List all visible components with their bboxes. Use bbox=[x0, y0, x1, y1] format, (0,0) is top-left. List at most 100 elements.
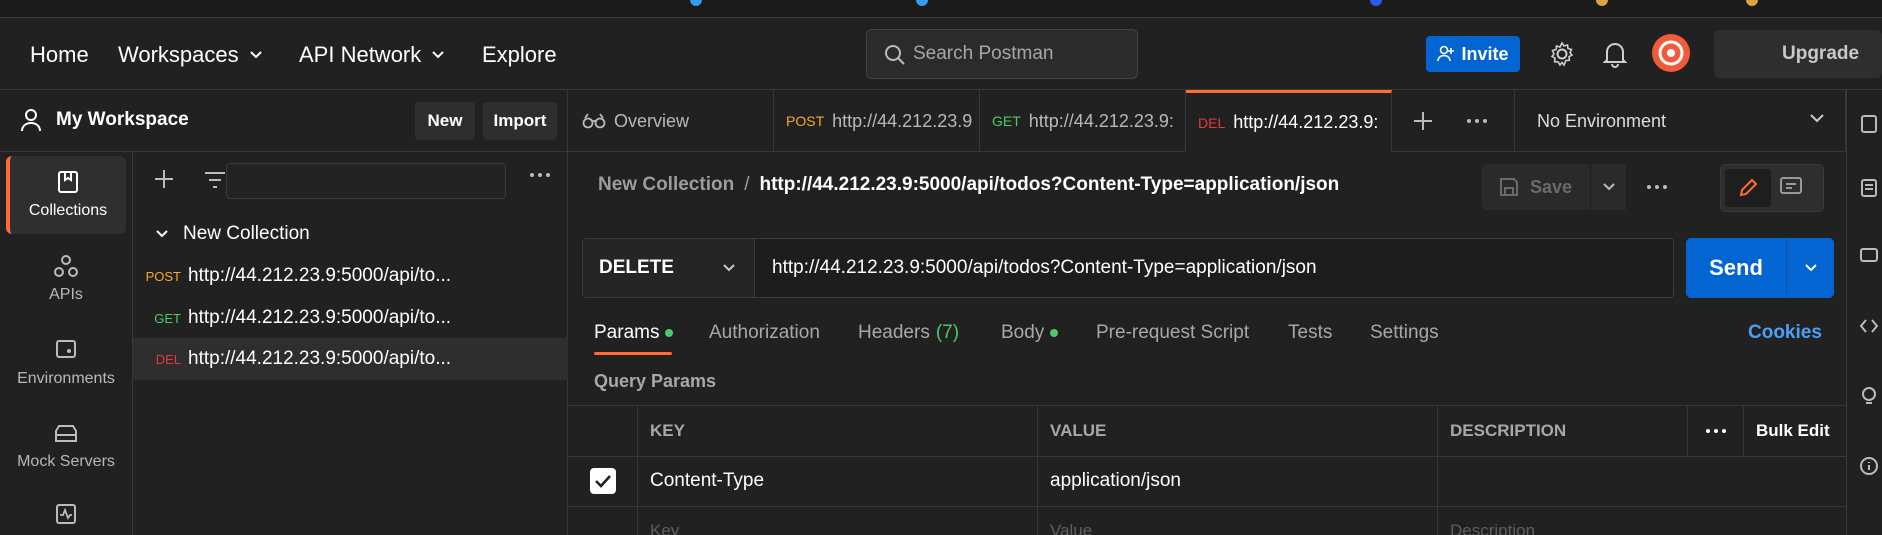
send-label: Send bbox=[1709, 255, 1763, 280]
tab-label: Body bbox=[1001, 322, 1045, 343]
nav-workspaces-label: Workspaces bbox=[118, 42, 239, 67]
environment-select[interactable]: No Environment bbox=[1514, 90, 1846, 152]
documentation-icon[interactable] bbox=[1859, 114, 1879, 134]
more-icon[interactable] bbox=[1688, 406, 1744, 456]
new-button[interactable]: New bbox=[415, 102, 475, 140]
sidebar-item-mock-servers[interactable]: Mock Servers bbox=[6, 408, 126, 486]
tab-tests[interactable]: Tests bbox=[1288, 322, 1332, 344]
save-button[interactable]: Save bbox=[1482, 164, 1604, 210]
method-value: DELETE bbox=[599, 257, 674, 278]
save-label: Save bbox=[1530, 176, 1573, 197]
gear-icon[interactable] bbox=[1548, 40, 1576, 68]
tab-request[interactable]: POST http://44.212.23.9 bbox=[774, 90, 980, 152]
param-key[interactable]: Content-Type bbox=[638, 456, 1038, 506]
new-param-key-input[interactable]: Key bbox=[638, 506, 1038, 535]
collection-row[interactable]: New Collection bbox=[133, 213, 568, 255]
chevron-down-icon bbox=[1804, 264, 1817, 272]
sidebar-item-label: Mock Servers bbox=[17, 453, 115, 470]
bulk-edit-button[interactable]: Bulk Edit bbox=[1744, 406, 1846, 456]
bulb-icon[interactable] bbox=[1859, 386, 1879, 406]
tab-headers[interactable]: Headers (7) bbox=[858, 322, 959, 344]
comments-icon[interactable] bbox=[1859, 246, 1879, 266]
filter-icon[interactable] bbox=[203, 170, 227, 190]
sidebar-item-apis[interactable]: APIs bbox=[6, 240, 126, 318]
tab-overview[interactable]: Overview bbox=[568, 90, 774, 152]
nav-workspaces[interactable]: Workspaces bbox=[118, 42, 263, 68]
pencil-icon[interactable] bbox=[1725, 169, 1771, 207]
sidebar-item-collections[interactable]: Collections bbox=[6, 156, 126, 234]
tree-request-row[interactable]: POST http://44.212.23.9:5000/api/to... bbox=[133, 255, 568, 297]
more-icon[interactable] bbox=[1466, 116, 1488, 126]
bell-icon[interactable] bbox=[1602, 40, 1628, 68]
column-header-value: VALUE bbox=[1038, 406, 1438, 456]
save-dropdown[interactable] bbox=[1590, 164, 1626, 210]
nav-home[interactable]: Home bbox=[30, 42, 89, 68]
cookies-link[interactable]: Cookies bbox=[1748, 322, 1822, 344]
tab-settings[interactable]: Settings bbox=[1370, 322, 1439, 344]
request-url: http://44.212.23.9:5000/api/to... bbox=[188, 348, 452, 369]
tab-request[interactable]: GET http://44.212.23.9: bbox=[980, 90, 1186, 152]
app-header: Home Workspaces API Network Explore Sear… bbox=[0, 18, 1882, 90]
os-icon bbox=[1596, 0, 1608, 6]
new-tab-icon[interactable] bbox=[1412, 110, 1434, 132]
more-icon[interactable] bbox=[1646, 182, 1668, 192]
send-button[interactable]: Send bbox=[1686, 238, 1834, 298]
tree-request-row[interactable]: DEL http://44.212.23.9:5000/api/to... bbox=[133, 338, 568, 380]
tab-label: Pre-request Script bbox=[1096, 322, 1250, 343]
request-title[interactable]: http://44.212.23.9:5000/api/todos?Conten… bbox=[759, 174, 1339, 195]
upgrade-label: Upgrade bbox=[1782, 43, 1860, 64]
tab-label: Settings bbox=[1370, 322, 1439, 343]
sidebar-rail: Collections APIs Environments Mock Serve… bbox=[0, 152, 133, 535]
chevron-down-icon bbox=[432, 51, 444, 59]
info-icon[interactable] bbox=[1859, 456, 1879, 476]
tab-label: Overview bbox=[614, 110, 690, 131]
mock-server-icon bbox=[55, 425, 77, 442]
send-dropdown[interactable] bbox=[1786, 238, 1834, 298]
tab-params[interactable]: Params bbox=[594, 322, 674, 344]
plus-icon[interactable] bbox=[153, 168, 175, 190]
new-param-description-input[interactable]: Description bbox=[1438, 506, 1846, 535]
workspace-title[interactable]: My Workspace bbox=[20, 108, 189, 132]
tree-request-row[interactable]: GET http://44.212.23.9:5000/api/to... bbox=[133, 297, 568, 339]
tab-label: http://44.212.23.9 bbox=[832, 110, 973, 131]
tab-body[interactable]: Body bbox=[1001, 322, 1059, 344]
tab-authorization[interactable]: Authorization bbox=[709, 322, 820, 344]
os-icon bbox=[1746, 0, 1758, 6]
request-url: http://44.212.23.9:5000/api/to... bbox=[188, 265, 452, 286]
upgrade-button[interactable]: Upgrade bbox=[1714, 30, 1882, 78]
tab-label: Tests bbox=[1288, 322, 1333, 343]
chevron-down-icon bbox=[1602, 183, 1615, 191]
filter-input[interactable] bbox=[226, 163, 506, 199]
tab-request-active[interactable]: DEL http://44.212.23.9: bbox=[1186, 90, 1392, 152]
search-input[interactable]: Search Postman bbox=[866, 29, 1138, 79]
nav-explore[interactable]: Explore bbox=[482, 42, 557, 68]
right-sidebar bbox=[1846, 90, 1882, 535]
active-tab-indicator bbox=[594, 352, 672, 355]
sidebar-item-environments[interactable]: Environments bbox=[6, 324, 126, 402]
param-description[interactable] bbox=[1438, 456, 1846, 506]
import-button[interactable]: Import bbox=[483, 102, 557, 140]
method-select[interactable]: DELETE bbox=[583, 239, 755, 297]
os-icon bbox=[916, 0, 928, 6]
more-icon[interactable] bbox=[529, 170, 551, 180]
column-header-description: DESCRIPTION bbox=[1438, 406, 1688, 456]
param-value[interactable]: application/json bbox=[1038, 456, 1438, 506]
nav-api-network[interactable]: API Network bbox=[299, 42, 445, 68]
avatar[interactable] bbox=[1652, 34, 1690, 72]
document-icon[interactable] bbox=[1859, 178, 1879, 198]
new-param-value-input[interactable]: Value bbox=[1038, 506, 1438, 535]
checkbox-column-header bbox=[568, 406, 638, 456]
apis-icon bbox=[54, 255, 78, 277]
sidebar-item-monitors[interactable] bbox=[6, 490, 126, 535]
search-icon bbox=[883, 43, 907, 67]
user-icon bbox=[21, 109, 41, 132]
url-input[interactable]: http://44.212.23.9:5000/api/todos?Conten… bbox=[772, 257, 1317, 279]
param-checkbox[interactable] bbox=[568, 456, 638, 506]
comment-icon[interactable] bbox=[1779, 175, 1803, 199]
code-icon[interactable] bbox=[1859, 316, 1879, 336]
invite-button[interactable]: Invite bbox=[1426, 36, 1520, 72]
add-user-icon bbox=[1437, 45, 1455, 62]
sidebar-item-label: Environments bbox=[17, 370, 115, 387]
breadcrumb-collection[interactable]: New Collection bbox=[598, 174, 734, 195]
tab-prerequest-script[interactable]: Pre-request Script bbox=[1096, 322, 1249, 344]
